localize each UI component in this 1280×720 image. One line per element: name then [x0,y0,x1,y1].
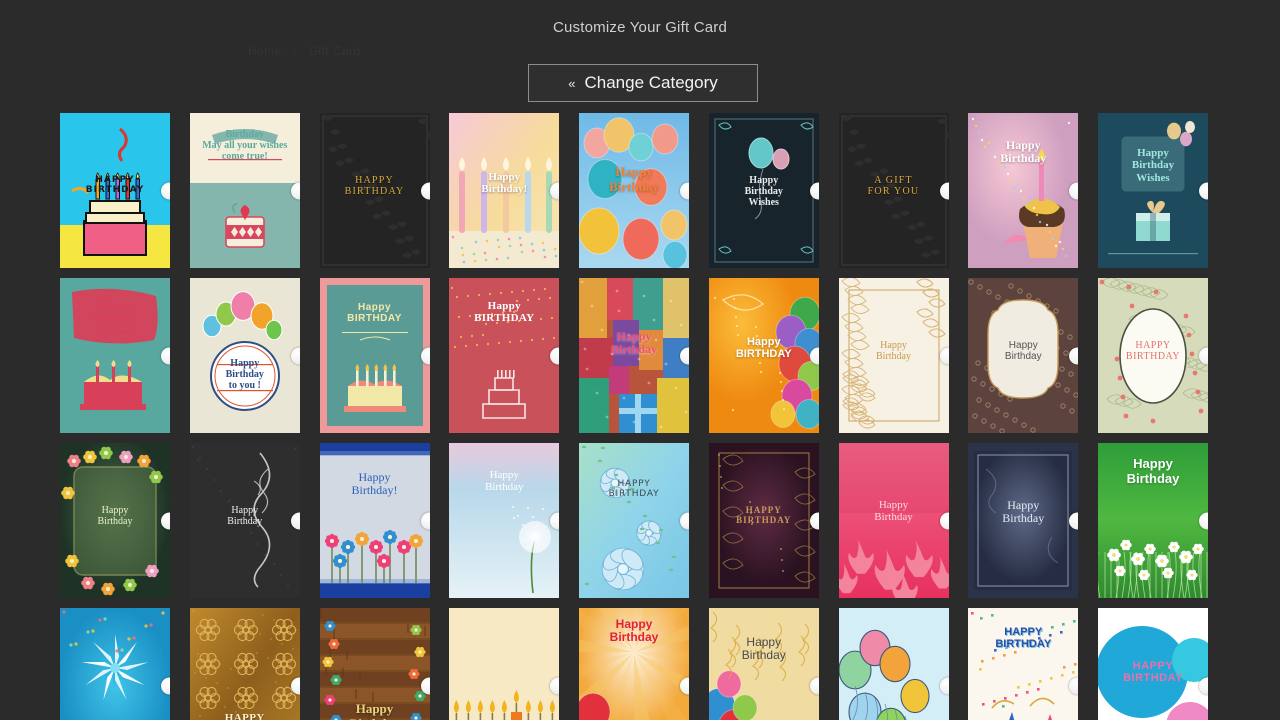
card-artwork [709,113,819,268]
card-artwork [60,113,170,268]
gift-card-thumbnail[interactable]: Happy BIRTHDAY [449,278,559,433]
card-artwork [449,113,559,268]
gift-card-thumbnail[interactable]: Happy Birthday [709,608,819,720]
card-artwork [839,608,949,720]
gift-card-thumbnail[interactable]: Happy BIRTHDAY [320,278,430,433]
gift-card-thumbnail[interactable]: Happy Birthday [579,608,689,720]
gift-card-customizer-screen: Home / Gift Card Gift Card Customize You… [0,0,1280,720]
card-artwork [579,113,689,268]
card-artwork [60,278,170,433]
card-artwork [190,608,300,720]
card-artwork [709,443,819,598]
card-artwork [579,608,689,720]
gift-card-thumbnail[interactable]: HAPPY BIRTHDAY [320,113,430,268]
gift-card-thumbnail[interactable]: Birthday May all your wishes come true! [190,113,300,268]
gift-card-thumbnail[interactable]: Happy Birthday [968,278,1078,433]
gift-card-thumbnail[interactable]: HAPPY BIRTHDAY [579,443,689,598]
card-artwork [839,443,949,598]
page-title: Customize Your Gift Card [0,19,1280,36]
gift-card-thumbnail[interactable]: HAPPY BIRTHDAY [1098,608,1208,720]
gift-card-thumbnail[interactable]: Happy Birthday [320,608,430,720]
gift-card-grid: HAPPY BIRTHDAYBirthday May all your wish… [60,113,1226,720]
change-category-label: Change Category [584,73,717,93]
gift-card-thumbnail[interactable]: Happy Birthday [60,443,170,598]
card-artwork [320,278,430,433]
card-artwork [968,608,1078,720]
card-artwork [1098,113,1208,268]
card-artwork [709,608,819,720]
breadcrumb-current: Gift Card [309,44,361,58]
card-artwork [839,278,949,433]
gift-card-thumbnail[interactable]: Happy Birthday! [449,113,559,268]
gift-card-thumbnail[interactable]: A GIFT FOR YOU [839,113,949,268]
gift-card-thumbnail[interactable]: HAPPY [449,608,559,720]
breadcrumb: Home / Gift Card [248,44,360,58]
card-artwork [968,278,1078,433]
gift-card-thumbnail[interactable]: Happy Birthday [449,443,559,598]
gift-card-thumbnail[interactable]: HAPPY BIRTHDAY [1098,278,1208,433]
breadcrumb-separator: / [293,44,297,58]
card-artwork [579,443,689,598]
gift-card-thumbnail[interactable]: Happy Birthday [968,113,1078,268]
gift-card-thumbnail[interactable]: Happy Birthday [1098,443,1208,598]
gift-card-thumbnail[interactable]: HAPPY BIRTHDAY [968,608,1078,720]
card-artwork [1098,608,1208,720]
gift-card-thumbnail[interactable]: Happy Birthday Wishes [1098,113,1208,268]
card-artwork [320,608,430,720]
card-artwork [60,443,170,598]
card-artwork [190,113,300,268]
gift-card-thumbnail[interactable]: Happy Birthday to You! [60,278,170,433]
card-artwork [449,443,559,598]
card-artwork [709,278,819,433]
gift-card-thumbnail[interactable]: Happy Birthday [579,278,689,433]
gift-card-thumbnail[interactable]: Happy Birthday [579,113,689,268]
gift-card-thumbnail[interactable]: Happy Birthday [968,443,1078,598]
gift-card-thumbnail[interactable] [839,608,949,720]
gift-card-thumbnail[interactable]: Happy BIRTHDAY [709,278,819,433]
gift-card-thumbnail[interactable]: Happy Birthday [190,443,300,598]
card-artwork [449,278,559,433]
card-artwork [60,608,170,720]
card-artwork [579,278,689,433]
gift-card-thumbnail[interactable]: Happy Birthday! [320,443,430,598]
card-artwork [190,443,300,598]
card-artwork [1098,278,1208,433]
card-artwork [968,113,1078,268]
gift-card-thumbnail[interactable] [60,608,170,720]
gift-card-thumbnail[interactable]: HAPPY BIRTHDAY [709,443,819,598]
double-chevron-left-icon: « [568,76,575,91]
gift-card-thumbnail[interactable]: Happy Birthday [839,443,949,598]
gift-card-thumbnail[interactable]: Happy Birthday [839,278,949,433]
card-artwork [320,113,430,268]
card-artwork [1098,443,1208,598]
card-artwork [320,443,430,598]
breadcrumb-home[interactable]: Home [248,44,282,58]
gift-card-thumbnail[interactable]: Happy Birthday to you ! [190,278,300,433]
change-category-button[interactable]: « Change Category [528,64,758,102]
card-artwork [839,113,949,268]
gift-card-thumbnail[interactable]: HAPPY BIRTHDAY [190,608,300,720]
gift-card-thumbnail[interactable]: HAPPY BIRTHDAY [60,113,170,268]
card-artwork [449,608,559,720]
gift-card-thumbnail[interactable]: Happy Birthday Wishes [709,113,819,268]
card-artwork [190,278,300,433]
card-artwork [968,443,1078,598]
